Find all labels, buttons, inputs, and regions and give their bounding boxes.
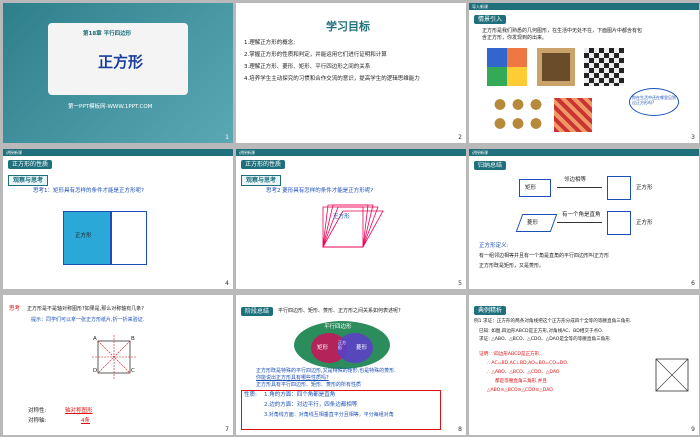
slide-9[interactable]: 典例精析 例1 求证：正方形的两条对角线把这个正方形分成四个全等的等腰直角三角形… bbox=[469, 295, 699, 435]
header-bar: 讲授新课 bbox=[469, 149, 699, 156]
symmetry-value: 轴对称图形 bbox=[65, 408, 93, 414]
header-bar-label: 讲授新课 bbox=[6, 150, 22, 155]
page-number: 5 bbox=[458, 280, 462, 287]
slide-7[interactable]: 思考 正方形是不是轴对称图形?如果是,那么对称轴有几条? 提示：同学们可以拿一张… bbox=[3, 295, 233, 435]
arrow-right bbox=[557, 187, 602, 188]
square-box bbox=[607, 176, 631, 200]
page-number: 3 bbox=[691, 134, 695, 141]
tangram-image bbox=[487, 48, 527, 86]
section-tag: 情景引入 bbox=[474, 15, 507, 24]
proof-line: ∴ △ABO、△BCO、△CDO、△DAO bbox=[487, 370, 560, 375]
example-text: 例1 求证：正方形的两条对角线把这个正方形分成四个全等的等腰直角三角形. bbox=[474, 319, 632, 324]
square-label: 正方形 bbox=[75, 233, 92, 239]
question-text: 正方形是不是轴对称图形?如果是,那么对称轴有几条? bbox=[27, 306, 144, 312]
rectangle-label: 矩形 bbox=[525, 185, 537, 191]
slide-6[interactable]: 讲授新课 归纳总结 矩形 邻边相等 正方形 菱形 有一个角是直角 正方形 正方形… bbox=[469, 149, 699, 289]
square-box bbox=[607, 211, 631, 235]
properties-label: 性质: bbox=[244, 392, 257, 398]
symmetry-label: 对称性: bbox=[28, 408, 47, 414]
venn-mid-label: 正方形 bbox=[338, 340, 346, 350]
prove-text: 求证: △ABO、△BCO、△CDO、△DAO是全等的等腰直角三角形. bbox=[479, 337, 612, 342]
section-tag: 归纳总结 bbox=[474, 161, 507, 170]
definition-label: 正方形定义: bbox=[479, 243, 509, 249]
property-item: 1.角的方面：四个角都是直角 bbox=[264, 392, 336, 398]
vertex-label: B bbox=[131, 336, 135, 342]
axis-label: 对称轴: bbox=[28, 418, 47, 424]
goal-item: 3.理解正方形、菱形、矩形、平行四边形之间的关系 bbox=[244, 64, 371, 70]
page-number: 7 bbox=[225, 426, 229, 433]
slide-2[interactable]: 学习目标 1.理解正方形的概念; 2.掌握正方形的性质和判定，并能运用它们进行证… bbox=[236, 3, 466, 143]
page-number: 6 bbox=[691, 280, 695, 287]
goal-item: 4.培养学生主动探究的习惯和合作交流的意识，提高学生的逻辑思维能力 bbox=[244, 76, 420, 82]
slide-8[interactable]: 阶段总结 平行四边形、矩形、菱形、正方形之间关系如何表述呢? 平行四边形 矩形 … bbox=[236, 295, 466, 435]
observe-tag: 观察与思考 bbox=[8, 175, 49, 186]
axis-value: 4条 bbox=[81, 418, 90, 424]
vertex-label: C bbox=[131, 368, 135, 374]
header-bar: 导入新课 bbox=[469, 3, 699, 10]
bubble-text: 你在生活中还在哪里见到过正方形吗? bbox=[632, 95, 676, 105]
header-bar-label: 讲授新课 bbox=[239, 150, 255, 155]
rectangle-outline bbox=[111, 211, 147, 265]
slide-title: 正方形 bbox=[98, 53, 144, 71]
section-tag: 正方形的性质 bbox=[241, 160, 286, 169]
header-bar-label: 讲授新课 bbox=[472, 150, 488, 155]
goal-item: 1.理解正方形的概念; bbox=[244, 40, 296, 46]
page-number: 1 bbox=[225, 134, 229, 141]
note-text: 正方形既是矩形，又是菱形。 bbox=[479, 263, 545, 269]
arrow-right bbox=[557, 222, 602, 223]
arrow-label: 邻边相等 bbox=[564, 177, 587, 183]
picture-frame-image bbox=[537, 48, 575, 86]
proof-diagram bbox=[655, 358, 689, 392]
chessboard-image bbox=[584, 48, 624, 86]
venn-outer-label: 平行四边形 bbox=[324, 324, 352, 330]
square-label: 正方形 bbox=[333, 214, 350, 220]
question-text: 平行四边形、矩形、菱形、正方形之间关系如何表述呢? bbox=[278, 308, 401, 314]
header-bar-label: 导入新课 bbox=[472, 4, 488, 9]
square-label: 正方形 bbox=[636, 220, 653, 226]
definition-text: 有一组邻边相等并且有一个角是直角的平行四边形叫正方形 bbox=[479, 253, 610, 259]
footer-text: 第一PPT模板网-WWW.1PPT.COM bbox=[68, 104, 153, 110]
goals-title: 学习目标 bbox=[326, 20, 370, 33]
rhombus-fan bbox=[322, 204, 384, 248]
header-bar: 讲授新课 bbox=[236, 149, 466, 156]
question-text: 思考2 菱形具有怎样的条件才能是正方形呢? bbox=[266, 188, 374, 194]
rhombus-label: 菱形 bbox=[527, 220, 539, 226]
goal-item: 2.掌握正方形的性质和判定，并能运用它们进行证明和计算 bbox=[244, 52, 387, 58]
proof-text: 证明: ∵四边形ABCD是正方形, bbox=[479, 352, 541, 357]
proof-line: ∴ AC=BD,AC⊥BD,AO=BO=CO=DO. bbox=[487, 361, 569, 366]
header-bar: 讲授新课 bbox=[3, 149, 233, 156]
page-number: 4 bbox=[225, 280, 229, 287]
proof-line: △ABO≌△BCO≌△CDO≌△DAO. bbox=[487, 388, 555, 393]
slide-3[interactable]: 导入新课 情景引入 正方形是我们熟悉的几何图形，在生活中无处不在，下面图片中都含… bbox=[469, 3, 699, 143]
venn-right-label: 菱形 bbox=[356, 345, 368, 351]
vertex-label: D bbox=[93, 368, 98, 374]
summary-text: 正方形具有平行四边形、矩形、菱形的所有性质 bbox=[256, 382, 362, 388]
page-number: 8 bbox=[458, 426, 462, 433]
page-number: 2 bbox=[458, 134, 462, 141]
page-number: 9 bbox=[691, 426, 695, 433]
proof-line: 都是等腰直角三角形,并且 bbox=[495, 379, 547, 384]
slide-5[interactable]: 讲授新课 正方形的性质 观察与思考 思考2 菱形具有怎样的条件才能是正方形呢? … bbox=[236, 149, 466, 289]
property-item: 2.边的方面：对边平行，四条边都相等 bbox=[264, 402, 358, 408]
chapter-label: 第18章 平行四边形 bbox=[83, 31, 132, 37]
venn-left-label: 矩形 bbox=[317, 345, 329, 351]
slide-1[interactable]: 第18章 平行四边形 正方形 第一PPT模板网-WWW.1PPT.COM 1 bbox=[3, 3, 233, 143]
intro-text: 含正方形，你发现到的出来。 bbox=[482, 35, 548, 41]
given-text: 已知: 如图,四边形ABCD是正方形,对角线AC、BD相交于点O. bbox=[479, 329, 604, 334]
section-tag: 阶段总结 bbox=[241, 307, 274, 316]
observe-tag: 观察与思考 bbox=[241, 175, 282, 186]
hint-text: 提示：同学们可以拿一张正方形纸片,折一折来验证. bbox=[31, 317, 145, 323]
section-tag: 正方形的性质 bbox=[8, 160, 53, 169]
property-item: 3.对角线方面：对角线互相垂直平分且相等，平分每组对角 bbox=[264, 412, 394, 418]
slide-4[interactable]: 讲授新课 正方形的性质 观察与思考 思考1：矩形具有怎样的条件才能是正方形呢? … bbox=[3, 149, 233, 289]
question-text: 思考1：矩形具有怎样的条件才能是正方形呢? bbox=[33, 188, 144, 194]
quilt-image bbox=[554, 98, 592, 132]
vertex-label: A bbox=[93, 336, 97, 342]
square-label: 正方形 bbox=[636, 185, 653, 191]
arrow-label: 有一个角是直角 bbox=[562, 212, 601, 218]
think-label: 思考 bbox=[9, 306, 21, 312]
section-tag: 典例精析 bbox=[474, 306, 507, 315]
coins-image bbox=[491, 95, 546, 133]
